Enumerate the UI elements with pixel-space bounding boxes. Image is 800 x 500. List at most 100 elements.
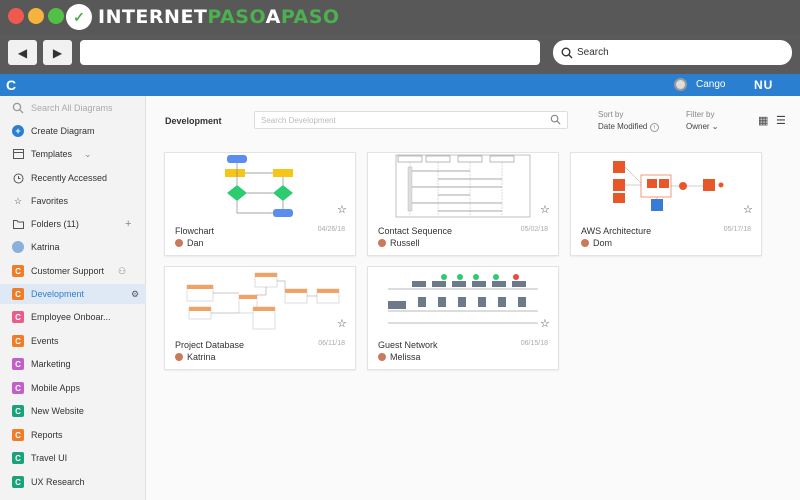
diagram-owner: Russell <box>378 238 420 248</box>
chevron-down-icon[interactable]: ⌄ <box>84 149 92 160</box>
diagram-date: 05/02/18 <box>520 226 548 233</box>
diagram-name: Flowchart <box>175 226 215 236</box>
sidebar-folder-label: New Website <box>31 406 84 416</box>
add-folder-icon[interactable]: + <box>125 218 131 230</box>
search-icon <box>12 102 24 114</box>
sidebar-item-recently-accessed[interactable]: Recently Accessed <box>0 168 146 188</box>
diagram-thumbnail <box>186 272 340 330</box>
diagram-owner: Katrina <box>175 352 216 362</box>
owner-avatar <box>175 239 183 247</box>
folder-color-icon: C <box>12 311 24 323</box>
diagram-name: Project Database <box>175 340 245 350</box>
sidebar-folder-reports[interactable]: C Reports <box>0 425 146 445</box>
sort-dropdown[interactable]: Date Modified ↑ <box>598 122 659 132</box>
diagram-thumbnail <box>225 155 293 217</box>
minimize-window-button[interactable] <box>28 8 44 24</box>
owner-avatar <box>175 353 183 361</box>
sidebar-item-label: Katrina <box>31 242 60 252</box>
diagram-thumbnail <box>613 161 724 211</box>
watermark-text-accent2: PASO <box>280 6 340 28</box>
sidebar-search[interactable]: Search All Diagrams <box>0 98 146 118</box>
diagram-date: 05/17/18 <box>723 226 751 233</box>
list-view-icon[interactable]: ☰ <box>776 114 786 127</box>
filter-dropdown[interactable]: Owner ⌄ <box>686 122 719 131</box>
sidebar-item-create-diagram[interactable]: + Create Diagram <box>0 121 146 141</box>
main-content: Development Search Development Sort by D… <box>146 96 800 500</box>
watermark-text-prefix: INTERNET <box>98 6 208 28</box>
sidebar-folder-marketing[interactable]: C Marketing <box>0 354 146 374</box>
sidebar-folder-label: Travel UI <box>31 453 68 463</box>
diagram-card-contact-sequence[interactable]: ☆ Contact Sequence 05/02/18 Russell <box>367 152 559 256</box>
sidebar-item-label: Favorites <box>31 196 69 206</box>
forward-arrow-icon: ▶ <box>52 45 63 60</box>
sidebar-folder-mobile-apps[interactable]: C Mobile Apps <box>0 378 146 398</box>
diagram-card-flowchart[interactable]: ☆ Flowchart 04/26/18 Dan <box>164 152 356 256</box>
sidebar-folder-label: Reports <box>31 430 63 440</box>
favorite-star-icon[interactable]: ☆ <box>337 203 347 216</box>
forward-button[interactable]: ▶ <box>43 40 72 65</box>
diagram-date: 06/15/18 <box>520 340 548 347</box>
clock-icon <box>12 172 24 184</box>
sidebar: Search All Diagrams + Create Diagram Tem… <box>0 96 146 500</box>
browser-search-label: Search <box>577 47 609 58</box>
window-titlebar: ✓ INTERNETPASOAPASO <box>0 0 800 34</box>
gear-icon[interactable]: ⚙ <box>131 289 139 300</box>
chevron-down-icon: ⌄ <box>711 122 719 131</box>
sort-direction-icon[interactable]: ↑ <box>649 123 659 132</box>
owner-name: Melissa <box>390 352 421 362</box>
grid-view-icon[interactable]: ▦ <box>758 114 768 127</box>
owner-name: Dom <box>593 238 613 248</box>
sidebar-item-katrina[interactable]: Katrina <box>0 237 146 257</box>
diagram-owner: Dan <box>175 238 204 248</box>
owner-name: Dan <box>187 238 204 248</box>
user-avatar[interactable] <box>674 78 687 91</box>
watermark-logo-icon: ✓ <box>66 4 92 30</box>
sort-label: Sort by <box>598 110 624 119</box>
sidebar-folder-ux-research[interactable]: C UX Research <box>0 472 146 492</box>
owner-avatar <box>378 353 386 361</box>
app-logo[interactable]: C <box>6 77 16 93</box>
search-icon <box>550 114 561 125</box>
templates-icon <box>12 148 24 160</box>
diagram-name: AWS Architecture <box>581 226 652 236</box>
sidebar-item-label: Templates <box>31 149 73 159</box>
back-button[interactable]: ◀ <box>8 40 37 65</box>
sidebar-folder-label: UX Research <box>31 477 85 487</box>
diagram-card-project-database[interactable]: ☆ Project Database 06/11/18 Katrina <box>164 266 356 370</box>
diagram-card-guest-network[interactable]: ☆ Guest Network 06/15/18 Melissa <box>367 266 559 370</box>
favorite-star-icon[interactable]: ☆ <box>337 317 347 330</box>
sidebar-folder-events[interactable]: C Events <box>0 331 146 351</box>
sidebar-item-folders[interactable]: Folders (11) + <box>0 214 146 234</box>
diagram-thumbnail <box>395 154 531 218</box>
sidebar-folder-customer-support[interactable]: C Customer Support ⚇ <box>0 261 146 281</box>
diagram-date: 04/26/18 <box>317 226 345 233</box>
sidebar-item-label: Create Diagram <box>31 126 95 136</box>
sidebar-folder-new-website[interactable]: C New Website <box>0 401 146 421</box>
watermark-text-middle: A <box>265 6 281 28</box>
sidebar-folder-development[interactable]: C Development ⚙ <box>0 284 146 304</box>
sidebar-item-templates[interactable]: Templates ⌄ <box>0 144 146 164</box>
address-bar[interactable] <box>80 40 540 65</box>
browser-search-box[interactable]: Search <box>553 40 792 65</box>
user-name[interactable]: Cango <box>696 79 725 90</box>
browser-navbar: ◀ ▶ Search <box>0 34 800 74</box>
close-window-button[interactable] <box>8 8 24 24</box>
sidebar-item-favorites[interactable]: ☆ Favorites <box>0 191 146 211</box>
search-icon <box>561 47 573 58</box>
diagram-card-aws-architecture[interactable]: ☆ AWS Architecture 05/17/18 Dom <box>570 152 762 256</box>
favorite-star-icon[interactable]: ☆ <box>540 317 550 330</box>
sidebar-folder-label: Customer Support <box>31 266 105 276</box>
sidebar-search-placeholder: Search All Diagrams <box>31 103 113 113</box>
favorite-star-icon[interactable]: ☆ <box>540 203 550 216</box>
sidebar-folder-label: Marketing <box>31 359 71 369</box>
sidebar-item-label: Recently Accessed <box>31 173 108 183</box>
owner-avatar <box>581 239 589 247</box>
folder-search-input[interactable]: Search Development <box>254 111 568 129</box>
sidebar-folder-employee-onboarding[interactable]: C Employee Onboar... <box>0 307 146 327</box>
sidebar-item-label: Folders (11) <box>31 219 79 229</box>
diagram-name: Contact Sequence <box>378 226 453 236</box>
favorite-star-icon[interactable]: ☆ <box>743 203 753 216</box>
maximize-window-button[interactable] <box>48 8 64 24</box>
sidebar-folder-travel-ui[interactable]: C Travel UI <box>0 448 146 468</box>
page-title: Development <box>165 116 222 126</box>
